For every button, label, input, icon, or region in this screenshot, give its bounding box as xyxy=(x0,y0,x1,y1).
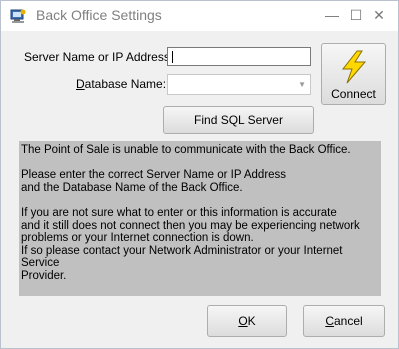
maximize-button[interactable]: ☐ xyxy=(344,3,368,27)
text-caret xyxy=(172,51,173,63)
chevron-down-icon[interactable]: ▼ xyxy=(298,80,306,89)
database-name-select[interactable]: ▼ xyxy=(167,74,311,95)
minimize-button[interactable]: — xyxy=(320,3,344,27)
window-title: Back Office Settings xyxy=(36,7,162,23)
close-button[interactable]: ✕ xyxy=(367,3,391,27)
database-label-rest: atabase Name: xyxy=(84,77,167,91)
lightning-bolt-icon xyxy=(341,50,367,84)
connect-label: Connect xyxy=(331,87,376,101)
settings-window: Back Office Settings — ☐ ✕ Server Name o… xyxy=(0,0,399,349)
message-paragraph: If you are not sure what to enter or thi… xyxy=(21,206,360,282)
ok-button[interactable]: OK xyxy=(207,305,287,337)
title-bar[interactable]: Back Office Settings — ☐ ✕ xyxy=(1,1,398,31)
message-paragraph: The Point of Sale is unable to communica… xyxy=(21,144,351,156)
connect-button[interactable]: Connect xyxy=(321,43,386,105)
server-name-label: Server Name or IP Address: xyxy=(24,50,174,64)
status-message-panel: The Point of Sale is unable to communica… xyxy=(19,141,381,296)
app-icon xyxy=(10,9,26,23)
message-paragraph: Please enter the correct Server Name or … xyxy=(21,169,287,194)
database-label-accelerator: D xyxy=(76,77,85,91)
database-name-label: Database Name: xyxy=(76,77,166,91)
find-sql-server-button[interactable]: Find SQL Server xyxy=(163,106,314,134)
cancel-button[interactable]: Cancel xyxy=(303,305,385,337)
server-name-input[interactable] xyxy=(167,47,311,66)
